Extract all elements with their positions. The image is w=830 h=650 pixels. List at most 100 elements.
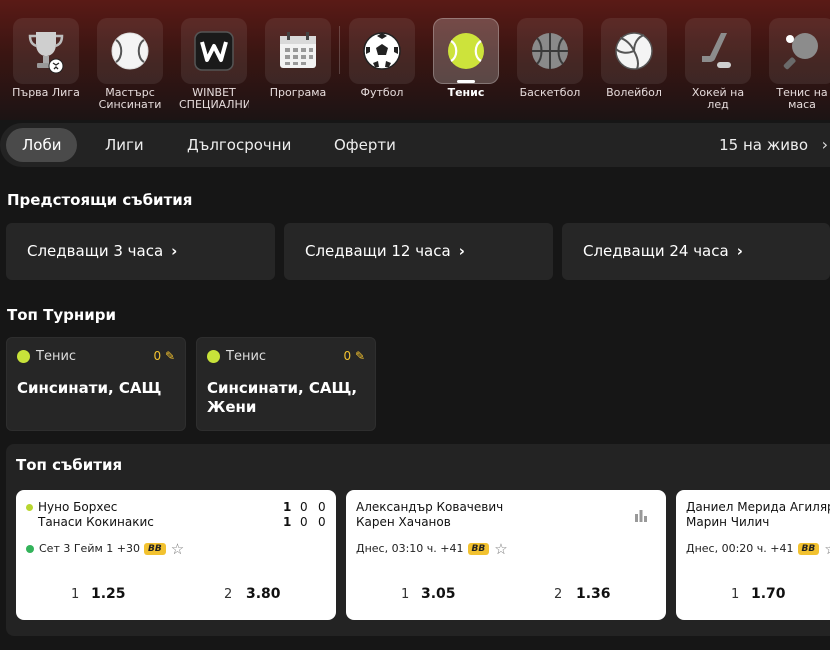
event-markets-count: +41 bbox=[440, 542, 464, 555]
sport-item-masters-cincinnati[interactable]: Мастърс Синсинати bbox=[95, 18, 165, 111]
lobby-tab-bar: Лоби Лиги Дългосрочни Оферти 15 на живо … bbox=[0, 123, 830, 167]
tournament-count-value: 0 bbox=[153, 349, 162, 363]
odd-button-2[interactable]: 3.80 bbox=[246, 586, 281, 602]
sport-item-football[interactable]: Футбол bbox=[347, 18, 417, 111]
tennis-ball-icon bbox=[207, 350, 220, 363]
tab-offers[interactable]: Оферти bbox=[318, 128, 412, 162]
sport-item-table-tennis[interactable]: Тенис на маса bbox=[767, 18, 830, 111]
sport-tile bbox=[181, 18, 247, 84]
top-events-title: Топ събития bbox=[16, 456, 123, 474]
event-meta: Днес, 00:20 ч. +41 BB ☆ bbox=[686, 541, 830, 556]
sport-tile bbox=[349, 18, 415, 84]
tournament-sport-label: Тенис bbox=[36, 349, 77, 364]
sport-label: Тенис на маса bbox=[776, 87, 828, 111]
odd-label: 1 bbox=[731, 587, 740, 602]
event-status: Днес, 00:20 ч. bbox=[686, 542, 767, 555]
odd-label: 1 bbox=[71, 587, 80, 602]
favorite-star-icon[interactable]: ☆ bbox=[171, 541, 184, 556]
sport-label: WINBET СПЕЦИАЛНИ bbox=[179, 87, 249, 111]
score-sets: 1 bbox=[283, 500, 292, 514]
odd-button-1[interactable]: 3.05 bbox=[421, 586, 456, 602]
score-points: 0 bbox=[318, 515, 326, 529]
sport-item-first-league[interactable]: Първа Лига bbox=[11, 18, 81, 111]
event-player-2: Танаси Кокинакис bbox=[38, 515, 154, 529]
chevron-right-icon[interactable]: › bbox=[822, 123, 828, 167]
tennis-ball-icon bbox=[448, 33, 484, 69]
sport-tile bbox=[685, 18, 751, 84]
upcoming-next-24h-button[interactable]: Следващи 24 часа › bbox=[562, 223, 830, 280]
score-sets: 1 bbox=[283, 515, 292, 529]
event-meta: Сет 3 Гейм 1 +30 BB ☆ bbox=[26, 541, 184, 556]
tab-long-term[interactable]: Дългосрочни bbox=[171, 128, 307, 162]
pin-icon: ✎ bbox=[354, 349, 365, 363]
sport-label: Първа Лига bbox=[12, 87, 80, 99]
score-games: 0 bbox=[300, 515, 308, 529]
upcoming-label: Следващи 12 часа bbox=[305, 242, 451, 260]
sport-label: Тенис bbox=[447, 87, 485, 99]
basketball-icon bbox=[532, 33, 568, 69]
top-events-panel: Топ събития Нуно Борхес Танаси Кокинакис… bbox=[6, 444, 830, 636]
odd-button-1[interactable]: 1.70 bbox=[751, 586, 786, 602]
top-tournaments-title: Топ Турнири bbox=[7, 306, 116, 324]
tennis-ball-outline-icon bbox=[111, 32, 149, 70]
event-card[interactable]: Даниел Мерида Агиляр Марин Чилич Днес, 0… bbox=[676, 490, 830, 620]
sport-tile bbox=[601, 18, 667, 84]
sport-item-winbet-specials[interactable]: WINBET СПЕЦИАЛНИ bbox=[179, 18, 249, 111]
tournament-sport: Тенис bbox=[207, 349, 266, 364]
tennis-ball-icon bbox=[17, 350, 30, 363]
sport-label: Мастърс Синсинати bbox=[98, 87, 162, 111]
tournament-card[interactable]: Тенис 0 ✎ Синсинати, САЩ bbox=[6, 337, 186, 431]
event-status: Сет 3 Гейм 1 bbox=[39, 542, 114, 555]
sport-label: Футбол bbox=[360, 87, 404, 99]
sport-tile bbox=[265, 18, 331, 84]
odd-button-1[interactable]: 1.25 bbox=[91, 586, 126, 602]
sport-tile bbox=[433, 18, 499, 84]
sport-label: Баскетбол bbox=[519, 87, 581, 99]
upcoming-next-3h-button[interactable]: Следващи 3 часа › bbox=[6, 223, 275, 280]
event-markets-count: +30 bbox=[116, 542, 140, 555]
sport-tile bbox=[517, 18, 583, 84]
score-points: 0 bbox=[318, 500, 326, 514]
statistics-icon[interactable] bbox=[634, 508, 648, 522]
score-games: 0 bbox=[300, 500, 308, 514]
tournament-card[interactable]: Тенис 0 ✎ Синсинати, САЩ, Жени bbox=[196, 337, 376, 431]
tab-leagues[interactable]: Лиги bbox=[89, 128, 160, 162]
sport-item-schedule[interactable]: Програма bbox=[263, 18, 333, 111]
table-tennis-icon bbox=[783, 33, 818, 70]
sport-tile bbox=[97, 18, 163, 84]
favorite-star-icon[interactable]: ☆ bbox=[824, 541, 830, 556]
upcoming-label: Следващи 24 часа bbox=[583, 242, 729, 260]
bet-builder-badge: BB bbox=[144, 542, 166, 555]
bet-builder-badge: BB bbox=[797, 542, 820, 555]
odd-button-2[interactable]: 1.36 bbox=[576, 586, 611, 602]
event-markets-count: +41 bbox=[770, 542, 794, 555]
tournament-name: Синсинати, САЩ, Жени bbox=[207, 379, 358, 416]
upcoming-next-12h-button[interactable]: Следващи 12 часа › bbox=[284, 223, 553, 280]
chevron-right-icon: › bbox=[736, 242, 743, 260]
tournament-sport: Тенис bbox=[17, 349, 76, 364]
ice-hockey-icon bbox=[702, 33, 731, 68]
tab-lobby[interactable]: Лоби bbox=[6, 128, 78, 162]
event-card[interactable]: Нуно Борхес Танаси Кокинакис 1 0 0 1 0 0… bbox=[16, 490, 336, 620]
sport-item-volleyball[interactable]: Волейбол bbox=[599, 18, 669, 111]
event-player-2: Марин Чилич bbox=[686, 515, 770, 529]
chevron-right-icon: › bbox=[171, 242, 178, 260]
sport-label: Волейбол bbox=[606, 87, 662, 99]
sport-tile bbox=[769, 18, 830, 84]
upcoming-section-title: Предстоящи събития bbox=[7, 191, 193, 209]
live-dot-icon bbox=[26, 544, 34, 553]
calendar-icon bbox=[280, 32, 316, 68]
sport-item-ice-hockey[interactable]: Хокей на лед bbox=[683, 18, 753, 111]
sport-item-tennis[interactable]: Тенис bbox=[431, 18, 501, 111]
favorite-star-icon[interactable]: ☆ bbox=[494, 541, 507, 556]
upcoming-label: Следващи 3 часа bbox=[27, 242, 164, 260]
sports-carousel: Първа Лига Мастърс Синсинати WINBET СПЕЦ… bbox=[0, 0, 830, 120]
sport-item-basketball[interactable]: Баскетбол bbox=[515, 18, 585, 111]
carousel-separator bbox=[339, 26, 340, 74]
live-count-link[interactable]: 15 на живо bbox=[719, 123, 808, 167]
pin-icon: ✎ bbox=[164, 349, 175, 363]
winbet-w-icon bbox=[194, 31, 234, 71]
event-card[interactable]: Александър Ковачевич Карен Хачанов Днес,… bbox=[346, 490, 666, 620]
sport-label: Програма bbox=[269, 87, 327, 99]
tournament-sport-label: Тенис bbox=[226, 349, 267, 364]
